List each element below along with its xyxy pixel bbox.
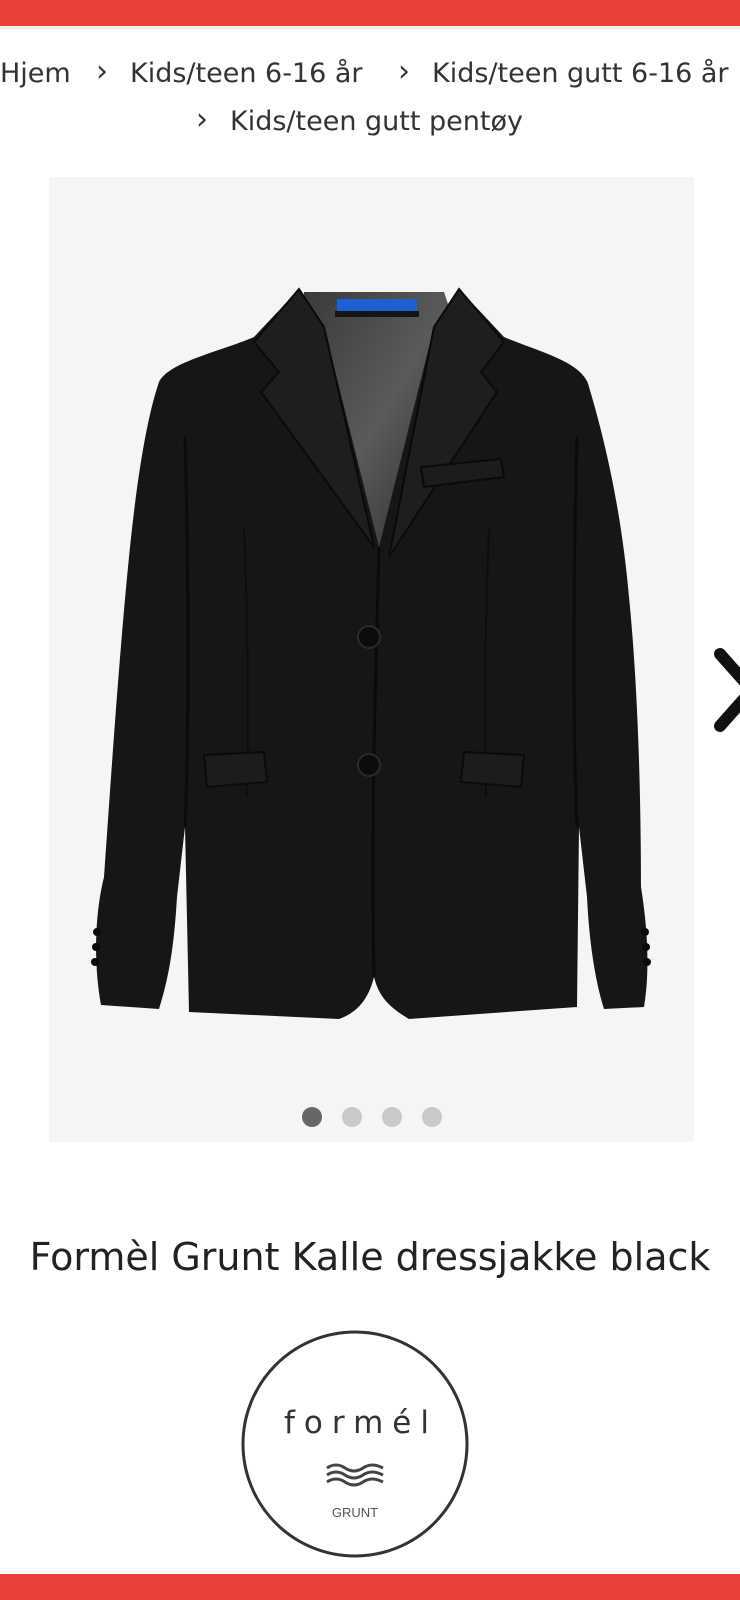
breadcrumb: Hjem › Kids/teen 6-16 år › Kids/teen gut… bbox=[0, 54, 740, 154]
top-bar-shadow bbox=[0, 26, 740, 31]
product-image-gallery[interactable] bbox=[49, 177, 694, 1142]
breadcrumb-item-formalwear[interactable]: Kids/teen gutt pentøy bbox=[230, 102, 523, 142]
brand-logo-subtext: GRUNT bbox=[331, 1505, 379, 1520]
pagination-dot[interactable] bbox=[382, 1107, 402, 1127]
breadcrumb-separator-icon: › bbox=[96, 54, 108, 89]
gallery-pagination bbox=[0, 1107, 740, 1127]
brand-logo-text: formél bbox=[284, 1405, 438, 1441]
product-image bbox=[91, 287, 651, 1019]
breadcrumb-item-home[interactable]: Hjem bbox=[0, 54, 71, 94]
product-title: Formèl Grunt Kalle dressjakke black bbox=[29, 1235, 711, 1279]
top-accent-bar bbox=[0, 0, 740, 26]
breadcrumb-separator-icon: › bbox=[398, 54, 410, 89]
pagination-dot[interactable] bbox=[342, 1107, 362, 1127]
breadcrumb-item-kids-teen-boy[interactable]: Kids/teen gutt 6-16 år bbox=[432, 54, 729, 94]
pagination-dot[interactable] bbox=[302, 1107, 322, 1127]
chevron-right-icon[interactable] bbox=[712, 644, 740, 736]
breadcrumb-separator-icon: › bbox=[196, 102, 208, 137]
waves-icon bbox=[326, 1463, 384, 1487]
brand-logo[interactable]: formél GRUNT bbox=[240, 1329, 470, 1559]
breadcrumb-item-kids-teen[interactable]: Kids/teen 6-16 år bbox=[130, 54, 363, 94]
bottom-accent-bar bbox=[0, 1574, 740, 1600]
logo-circle bbox=[241, 1330, 469, 1558]
pagination-dot[interactable] bbox=[422, 1107, 442, 1127]
